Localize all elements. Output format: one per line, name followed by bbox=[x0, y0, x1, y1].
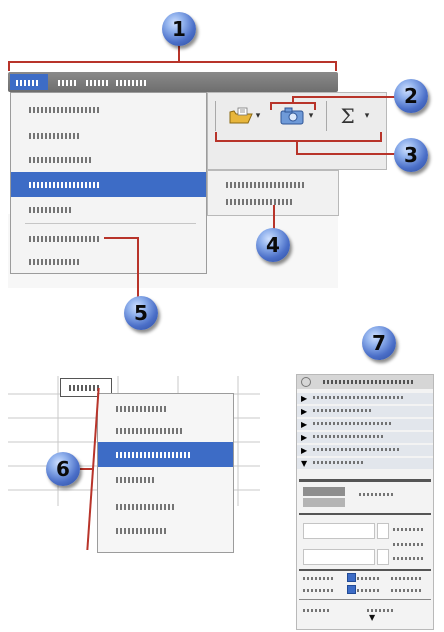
expand-arrow-icon: ▶ bbox=[301, 446, 308, 455]
pane-label bbox=[367, 609, 395, 612]
callout-3-badge: 3 bbox=[394, 138, 428, 172]
toolbar-separator bbox=[215, 101, 216, 131]
callout-6-line bbox=[80, 468, 94, 470]
menu-bar-item[interactable] bbox=[86, 80, 108, 86]
pane-label bbox=[357, 577, 379, 580]
menu-item[interactable] bbox=[11, 97, 206, 122]
pane-input[interactable] bbox=[377, 523, 389, 539]
callout-7-badge: 7 bbox=[362, 326, 396, 360]
sum-icon: Σ bbox=[340, 104, 355, 128]
menu-item[interactable] bbox=[11, 197, 206, 222]
dropdown-menu bbox=[10, 92, 207, 274]
pane-label bbox=[393, 528, 423, 531]
dropdown-arrow-icon[interactable]: ▼ bbox=[369, 613, 375, 622]
callout-2-line bbox=[292, 96, 396, 98]
toolbar-separator bbox=[326, 101, 327, 131]
pane-input[interactable] bbox=[377, 549, 389, 565]
folder-button[interactable]: ▾ bbox=[220, 103, 268, 129]
collapse-arrow-icon: ▼ bbox=[301, 459, 308, 468]
list-item[interactable] bbox=[98, 518, 233, 543]
dropdown-arrow-icon[interactable]: ▾ bbox=[365, 111, 370, 121]
pane-row[interactable]: ▶ bbox=[297, 406, 433, 417]
callout-3-line bbox=[296, 153, 396, 155]
callout-1-line bbox=[8, 61, 10, 71]
pane-label bbox=[393, 543, 423, 546]
pane-label bbox=[357, 589, 379, 592]
pane-input[interactable] bbox=[303, 549, 375, 565]
list-item[interactable] bbox=[98, 467, 233, 492]
dropdown-arrow-icon[interactable]: ▾ bbox=[256, 111, 261, 121]
menu-divider bbox=[25, 223, 196, 224]
menu-item[interactable] bbox=[11, 147, 206, 172]
callout-3-line bbox=[215, 132, 217, 142]
camera-icon bbox=[280, 107, 304, 125]
callout-3-line bbox=[215, 140, 382, 142]
callout-1-badge: 1 bbox=[162, 12, 196, 46]
menu-item-selected[interactable] bbox=[11, 172, 206, 197]
pane-row[interactable]: ▶ bbox=[297, 445, 433, 456]
callout-1-line bbox=[8, 61, 337, 63]
menu-bar bbox=[8, 72, 338, 92]
pane-label bbox=[303, 609, 331, 612]
task-pane: ▶ ▶ ▶ ▶ ▶ ▼ ▼ bbox=[296, 374, 434, 630]
pane-swatch[interactable] bbox=[303, 487, 345, 496]
dropdown-arrow-icon[interactable]: ▾ bbox=[309, 111, 314, 121]
pane-row[interactable]: ▶ bbox=[297, 432, 433, 443]
checkbox[interactable] bbox=[347, 585, 356, 594]
callout-3-line bbox=[380, 132, 382, 142]
callout-5-badge: 5 bbox=[124, 296, 158, 330]
pane-label bbox=[391, 577, 421, 580]
pane-rows: ▶ ▶ ▶ ▶ ▶ ▼ bbox=[297, 391, 433, 473]
callout-5-line bbox=[137, 237, 139, 297]
pane-label bbox=[359, 493, 393, 496]
pane-row[interactable]: ▶ bbox=[297, 419, 433, 430]
task-pane-title-bar bbox=[297, 375, 433, 389]
callout-6-badge: 6 bbox=[46, 452, 80, 486]
pane-label bbox=[391, 589, 421, 592]
expand-arrow-icon: ▶ bbox=[301, 407, 308, 416]
menu-item[interactable] bbox=[11, 123, 206, 148]
callout-1-line bbox=[178, 44, 180, 62]
pane-label bbox=[393, 557, 423, 560]
pane-row[interactable]: ▼ bbox=[297, 458, 433, 469]
menu-item[interactable] bbox=[11, 249, 206, 274]
pane-row[interactable]: ▶ bbox=[297, 393, 433, 404]
folder-icon bbox=[229, 107, 253, 124]
pane-divider bbox=[299, 599, 431, 600]
callout-3-line bbox=[296, 140, 298, 154]
expand-arrow-icon: ▶ bbox=[301, 394, 308, 403]
callout-2-badge: 2 bbox=[394, 79, 428, 113]
menu-bar-item[interactable] bbox=[116, 80, 146, 86]
pane-input[interactable] bbox=[303, 523, 375, 539]
toolbar-menu-item[interactable] bbox=[226, 182, 306, 188]
cell-dropdown-list bbox=[97, 393, 234, 553]
callout-5-line bbox=[104, 237, 139, 239]
expand-arrow-icon: ▶ bbox=[301, 420, 308, 429]
expand-arrow-icon: ▶ bbox=[301, 433, 308, 442]
checkbox[interactable] bbox=[347, 573, 356, 582]
callout-2-line bbox=[314, 102, 316, 110]
menu-bar-item[interactable] bbox=[58, 80, 78, 86]
callout-2-line bbox=[270, 102, 272, 110]
pane-swatch[interactable] bbox=[303, 498, 345, 507]
callout-4-badge: 4 bbox=[256, 228, 290, 262]
pane-label bbox=[303, 577, 333, 580]
pane-divider bbox=[299, 513, 431, 515]
pane-label bbox=[303, 589, 333, 592]
menu-bar-active-item[interactable] bbox=[10, 74, 48, 90]
pane-divider bbox=[299, 479, 431, 482]
list-item[interactable] bbox=[98, 418, 233, 443]
sum-button[interactable]: Σ ▾ bbox=[330, 103, 380, 129]
list-item-selected[interactable] bbox=[98, 442, 233, 467]
list-item[interactable] bbox=[98, 494, 233, 519]
close-icon[interactable] bbox=[301, 377, 311, 387]
callout-1-line bbox=[335, 61, 337, 71]
pane-divider bbox=[299, 569, 431, 571]
toolbar-menu-item[interactable] bbox=[226, 199, 292, 205]
